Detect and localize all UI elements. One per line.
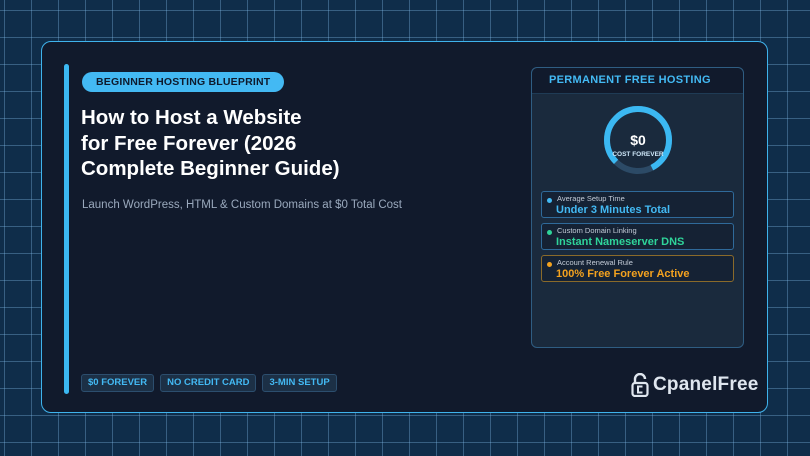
brand-name: CpanelFree bbox=[653, 374, 759, 395]
hero-card: BEGINNER HOSTING BLUEPRINT How to Host a… bbox=[41, 41, 768, 413]
tag-list: $0 FOREVER NO CREDIT CARD 3-MIN SETUP bbox=[81, 374, 337, 392]
title-line: How to Host a Website bbox=[81, 106, 302, 129]
accent-bar bbox=[64, 64, 69, 394]
tag-no-credit-card: NO CREDIT CARD bbox=[160, 374, 257, 392]
stat-value: 100% Free Forever Active bbox=[556, 268, 690, 280]
status-dot bbox=[547, 262, 552, 267]
tag-setup-time: 3-MIN SETUP bbox=[262, 374, 337, 392]
category-badge: BEGINNER HOSTING BLUEPRINT bbox=[82, 72, 285, 92]
brand-logo: CpanelFree bbox=[631, 373, 758, 397]
gauge-label: COST FOREVER bbox=[612, 151, 664, 158]
stat-domain-linking: Custom Domain Linking Instant Nameserver… bbox=[541, 223, 734, 250]
title-line: for Free Forever (2026 bbox=[81, 131, 297, 155]
cost-gauge: $0 COST FOREVER bbox=[600, 104, 676, 174]
status-dot bbox=[547, 230, 552, 235]
stat-label: Account Renewal Rule bbox=[557, 258, 633, 267]
stat-setup-time: Average Setup Time Under 3 Minutes Total bbox=[541, 191, 734, 218]
title-line: Complete Beginner Guide) bbox=[81, 157, 340, 180]
page-title: How to Host a Website for Free Forever (… bbox=[81, 105, 421, 182]
tag-free-forever: $0 FOREVER bbox=[81, 374, 155, 392]
stat-label: Custom Domain Linking bbox=[557, 226, 637, 235]
stat-value: Under 3 Minutes Total bbox=[556, 204, 671, 216]
stat-renewal-rule: Account Renewal Rule 100% Free Forever A… bbox=[541, 255, 734, 282]
gauge-value: $0 bbox=[630, 132, 646, 148]
status-dot bbox=[547, 198, 552, 203]
panel-header: PERMANENT FREE HOSTING bbox=[532, 68, 743, 94]
stat-value: Instant Nameserver DNS bbox=[556, 236, 685, 248]
stat-label: Average Setup Time bbox=[557, 194, 625, 203]
subtitle: Launch WordPress, HTML & Custom Domains … bbox=[82, 199, 403, 211]
padlock-c-icon bbox=[631, 373, 649, 397]
hosting-summary-panel: PERMANENT FREE HOSTING $0 COST FOREVER A… bbox=[531, 67, 744, 348]
